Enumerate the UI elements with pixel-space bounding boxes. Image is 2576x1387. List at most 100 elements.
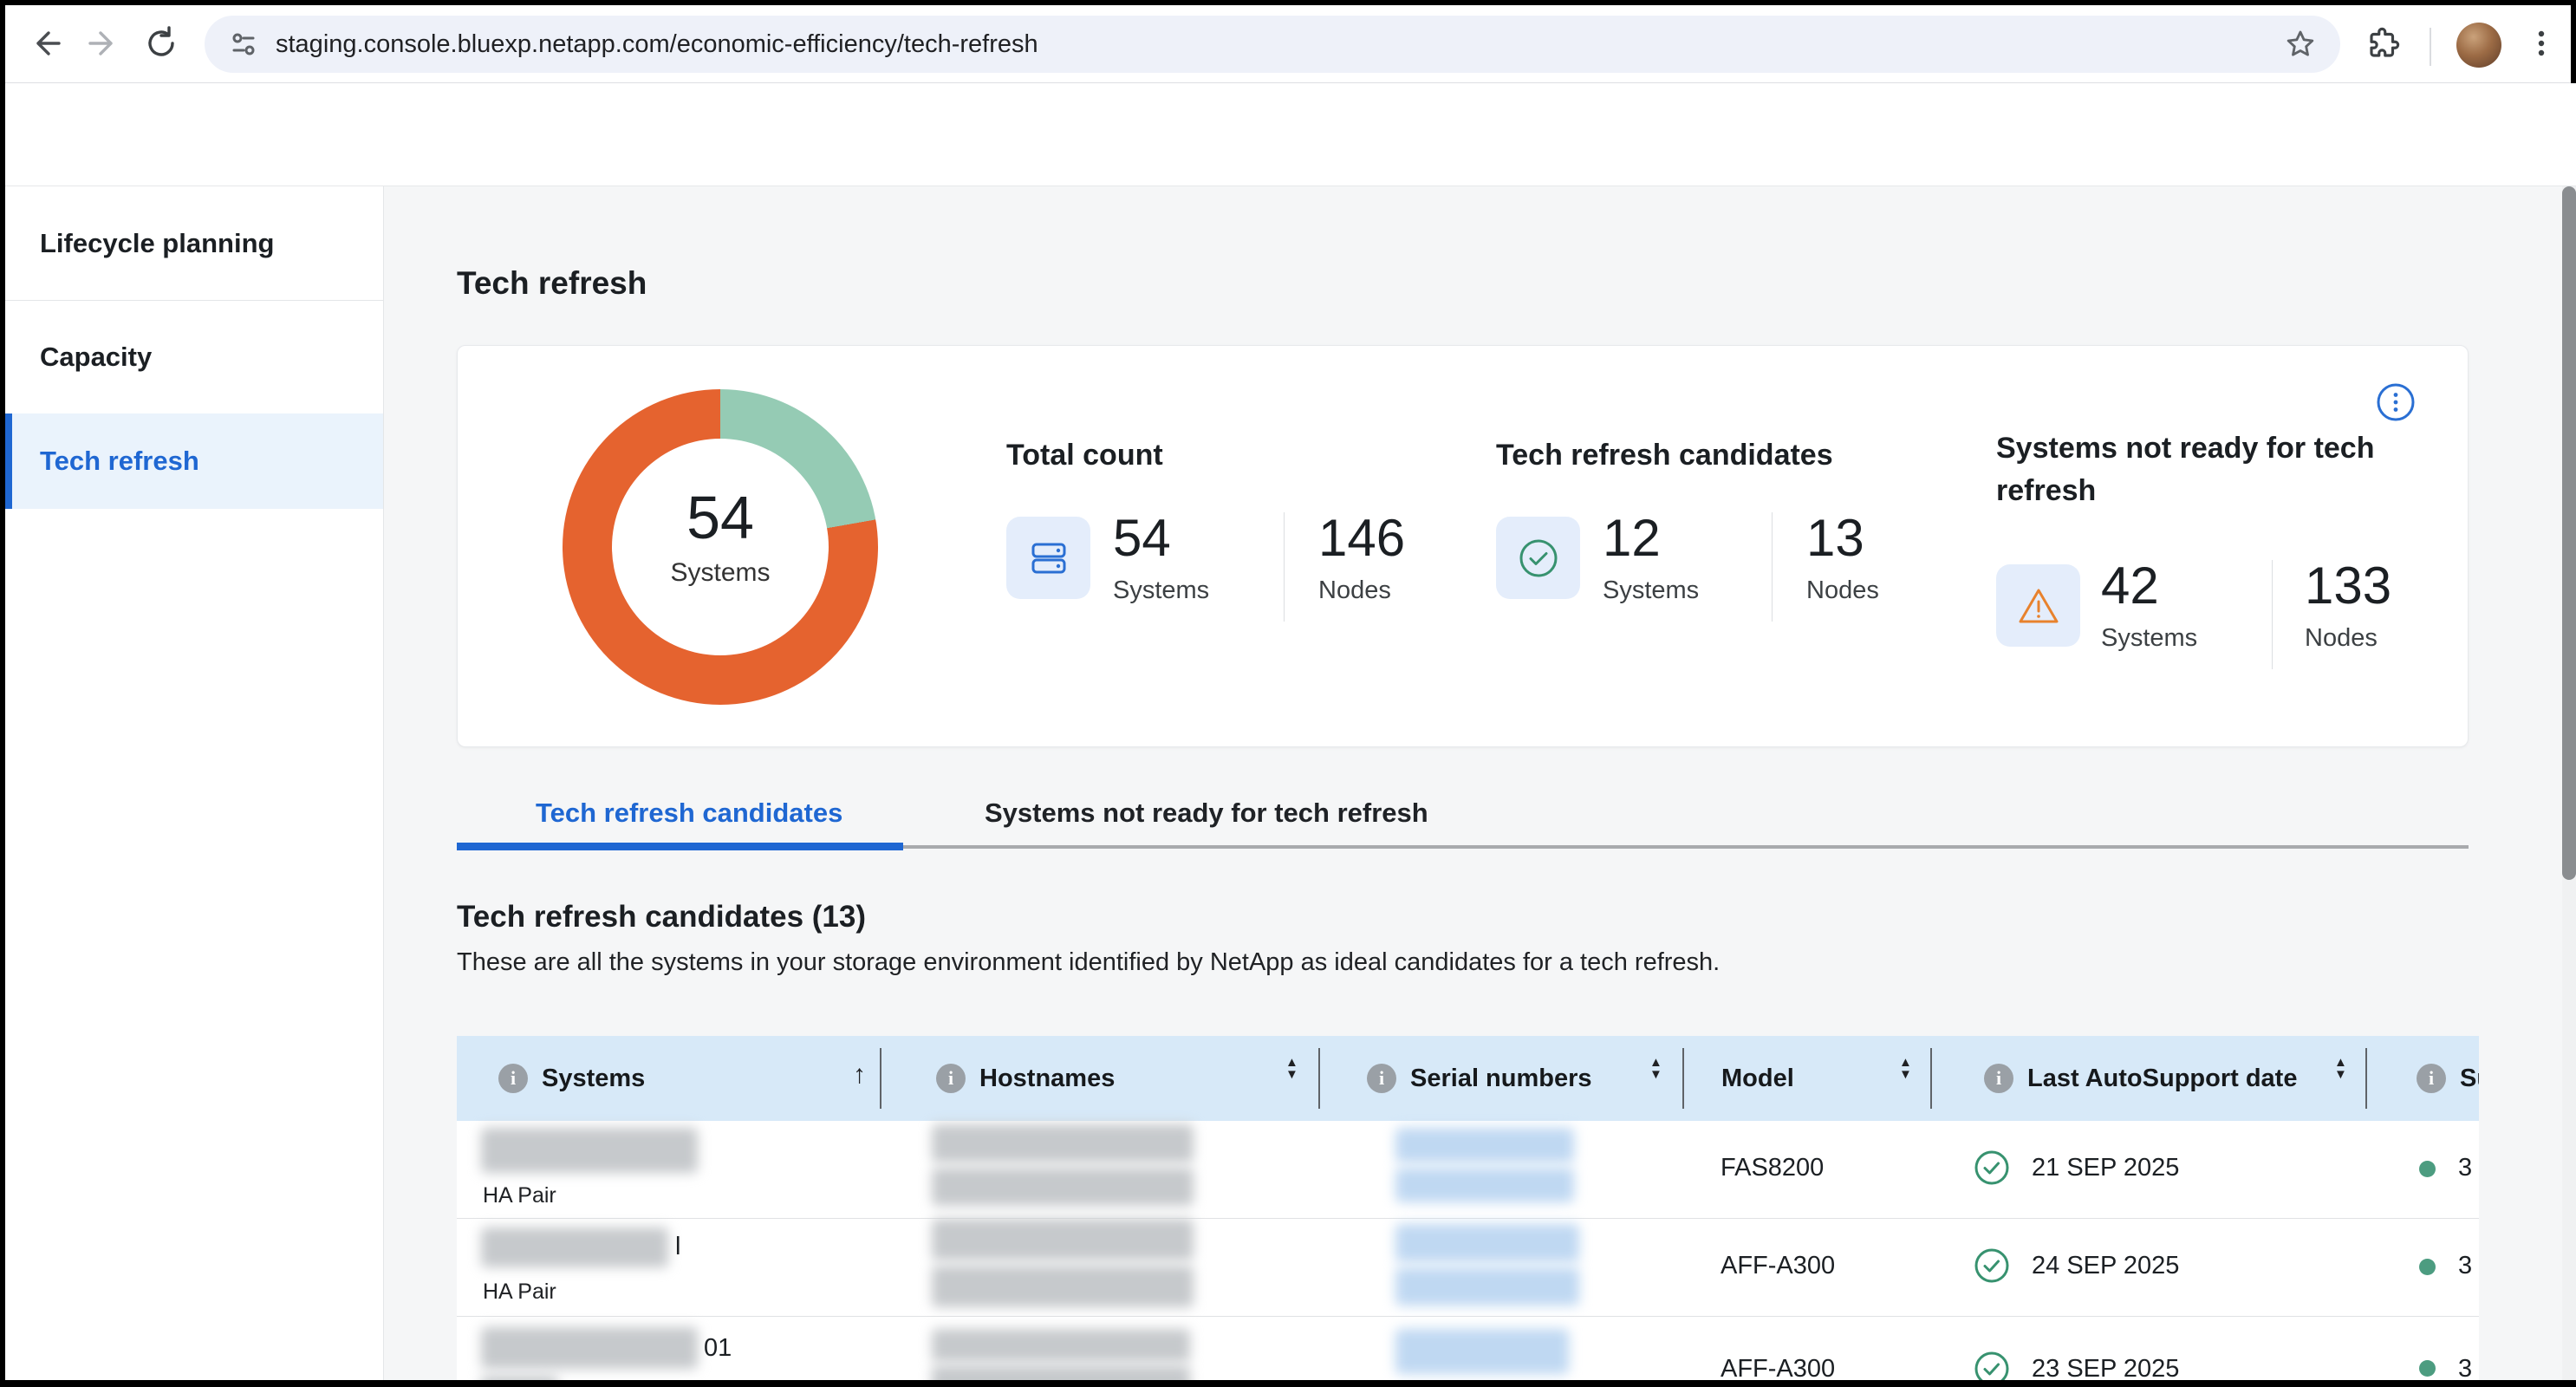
reload-icon bbox=[144, 26, 179, 61]
sort-icon[interactable]: ▲▼ bbox=[1899, 1057, 1912, 1081]
sort-icon[interactable]: ▲▼ bbox=[1285, 1057, 1298, 1081]
column-header-model[interactable]: Model bbox=[1721, 1065, 1794, 1093]
column-divider bbox=[1318, 1048, 1320, 1109]
candidates-table: i Systems ↑ i Hostnames ▲▼ i Serial numb… bbox=[457, 1036, 2479, 1380]
section-title: Tech refresh candidates (13) bbox=[457, 900, 866, 934]
redacted-system-name bbox=[481, 1227, 668, 1267]
system-sub-label: HA Pair bbox=[483, 1183, 556, 1208]
candidates-systems-label: Systems bbox=[1603, 576, 1699, 605]
support-cell-clipped: 3 bbox=[2458, 1154, 2472, 1182]
support-cell-clipped: 3 bbox=[2458, 1355, 2472, 1380]
candidates-systems-count: 12 bbox=[1603, 511, 1699, 566]
asup-date-cell: 24 SEP 2025 bbox=[2032, 1252, 2179, 1280]
sidebar-item-tech-refresh[interactable]: Tech refresh bbox=[5, 413, 383, 509]
redacted-serial-link[interactable] bbox=[1395, 1267, 1579, 1306]
column-header-serial-numbers[interactable]: Serial numbers bbox=[1410, 1065, 1592, 1093]
system-name-suffix: l bbox=[675, 1233, 680, 1261]
redacted-hostname bbox=[932, 1266, 1194, 1307]
redacted-system-name bbox=[481, 1128, 698, 1173]
sidebar: Lifecycle planning Capacity Tech refresh bbox=[5, 186, 384, 1380]
column-header-hostnames[interactable]: Hostnames bbox=[979, 1065, 1115, 1093]
asup-date-cell: 21 SEP 2025 bbox=[2032, 1154, 2179, 1182]
info-icon[interactable]: i bbox=[498, 1064, 528, 1093]
candidates-tile bbox=[1496, 517, 1580, 599]
info-icon[interactable]: i bbox=[936, 1064, 966, 1093]
tab-tech-refresh-candidates[interactable]: Tech refresh candidates bbox=[536, 798, 842, 829]
total-count-title: Total count bbox=[1006, 439, 1163, 472]
asup-check-circle-icon bbox=[1973, 1247, 2011, 1285]
system-name-suffix: 01 bbox=[704, 1334, 732, 1363]
window-frame-top bbox=[0, 0, 2576, 5]
info-icon[interactable]: i bbox=[1984, 1064, 2013, 1093]
asup-date-cell: 23 SEP 2025 bbox=[2032, 1355, 2179, 1380]
support-status-dot bbox=[2419, 1161, 2436, 1177]
total-nodes-label: Nodes bbox=[1318, 576, 1405, 605]
window-frame-right bbox=[2571, 0, 2576, 83]
table-row[interactable]: 01 AFF-A300 23 SEP 2025 3 bbox=[457, 1317, 2479, 1380]
table-header-row: i Systems ↑ i Hostnames ▲▼ i Serial numb… bbox=[457, 1036, 2479, 1121]
browser-forward-button[interactable] bbox=[85, 24, 123, 62]
extensions-button[interactable] bbox=[2365, 24, 2403, 62]
browser-menu-button[interactable] bbox=[2522, 24, 2560, 62]
system-sub-label: HA Pair bbox=[483, 1280, 556, 1305]
browser-back-button[interactable] bbox=[26, 24, 64, 62]
site-settings-icon[interactable] bbox=[227, 28, 260, 61]
model-cell: AFF-A300 bbox=[1721, 1355, 1835, 1380]
browser-toolbar: staging.console.bluexp.netapp.com/econom… bbox=[5, 5, 2571, 83]
column-header-systems[interactable]: Systems bbox=[542, 1065, 645, 1093]
redacted-system-name bbox=[481, 1327, 698, 1369]
table-row[interactable]: l HA Pair AFF-A300 24 SEP 2025 3 bbox=[457, 1219, 2479, 1317]
url-text: staging.console.bluexp.netapp.com/econom… bbox=[276, 30, 1038, 59]
redacted-hostname bbox=[932, 1168, 1194, 1206]
candidates-nodes-count: 13 bbox=[1806, 511, 1879, 566]
page-scrollbar-thumb[interactable] bbox=[2562, 186, 2576, 880]
sort-ascending-icon[interactable]: ↑ bbox=[853, 1060, 866, 1090]
redacted-hostname bbox=[932, 1329, 1190, 1362]
address-bar[interactable]: staging.console.bluexp.netapp.com/econom… bbox=[205, 16, 2340, 73]
sidebar-item-lifecycle-planning[interactable]: Lifecycle planning bbox=[5, 186, 383, 301]
back-arrow-icon bbox=[28, 26, 62, 61]
puzzle-icon bbox=[2365, 25, 2402, 62]
asup-check-circle-icon bbox=[1973, 1149, 2011, 1187]
stat-divider bbox=[1284, 512, 1285, 622]
support-status-dot bbox=[2419, 1259, 2436, 1275]
app-header bbox=[5, 83, 2576, 186]
stat-divider bbox=[2272, 560, 2273, 669]
stat-divider bbox=[1772, 512, 1773, 622]
kebab-menu-icon bbox=[2524, 26, 2559, 61]
redacted-hostname bbox=[932, 1365, 1190, 1380]
column-divider bbox=[1682, 1048, 1684, 1109]
redacted-serial-link[interactable] bbox=[1395, 1168, 1574, 1202]
redacted-serial-link[interactable] bbox=[1395, 1224, 1579, 1262]
candidates-title: Tech refresh candidates bbox=[1496, 439, 1833, 472]
browser-reload-button[interactable] bbox=[142, 24, 180, 62]
sidebar-item-label: Tech refresh bbox=[40, 446, 199, 477]
table-row[interactable]: HA Pair FAS8200 21 SEP 2025 3 bbox=[457, 1121, 2479, 1219]
not-ready-nodes-label: Nodes bbox=[2305, 624, 2391, 653]
section-description: These are all the systems in your storag… bbox=[457, 948, 1720, 977]
sidebar-item-capacity[interactable]: Capacity bbox=[5, 301, 383, 413]
redacted-serial-link[interactable] bbox=[1395, 1128, 1574, 1162]
systems-tile bbox=[1006, 517, 1090, 599]
info-icon[interactable]: i bbox=[1367, 1064, 1396, 1093]
forward-arrow-icon bbox=[87, 26, 121, 61]
sidebar-item-label: Lifecycle planning bbox=[40, 228, 274, 259]
redacted-serial-link[interactable] bbox=[1395, 1329, 1569, 1374]
tab-systems-not-ready[interactable]: Systems not ready for tech refresh bbox=[985, 798, 1428, 829]
sort-icon[interactable]: ▲▼ bbox=[2334, 1057, 2347, 1081]
window-frame-bottom bbox=[0, 1380, 2576, 1387]
column-header-last-autosupport-date[interactable]: Last AutoSupport date bbox=[2027, 1065, 2297, 1093]
card-info-menu-button[interactable] bbox=[2376, 382, 2416, 422]
total-nodes-count: 146 bbox=[1318, 511, 1405, 566]
bookmark-star-icon[interactable] bbox=[2283, 27, 2318, 62]
sort-icon[interactable]: ▲▼ bbox=[1649, 1057, 1662, 1081]
model-cell: AFF-A300 bbox=[1721, 1252, 1835, 1280]
redacted-hostname bbox=[932, 1219, 1194, 1260]
column-header-support-clipped[interactable]: Su bbox=[2460, 1065, 2479, 1093]
systems-icon bbox=[1025, 534, 1073, 583]
check-circle-icon bbox=[1515, 535, 1562, 582]
total-systems-label: Systems bbox=[1113, 576, 1209, 605]
support-cell-clipped: 3 bbox=[2458, 1252, 2472, 1280]
browser-profile-avatar[interactable] bbox=[2456, 23, 2501, 68]
info-icon[interactable]: i bbox=[2417, 1064, 2446, 1093]
